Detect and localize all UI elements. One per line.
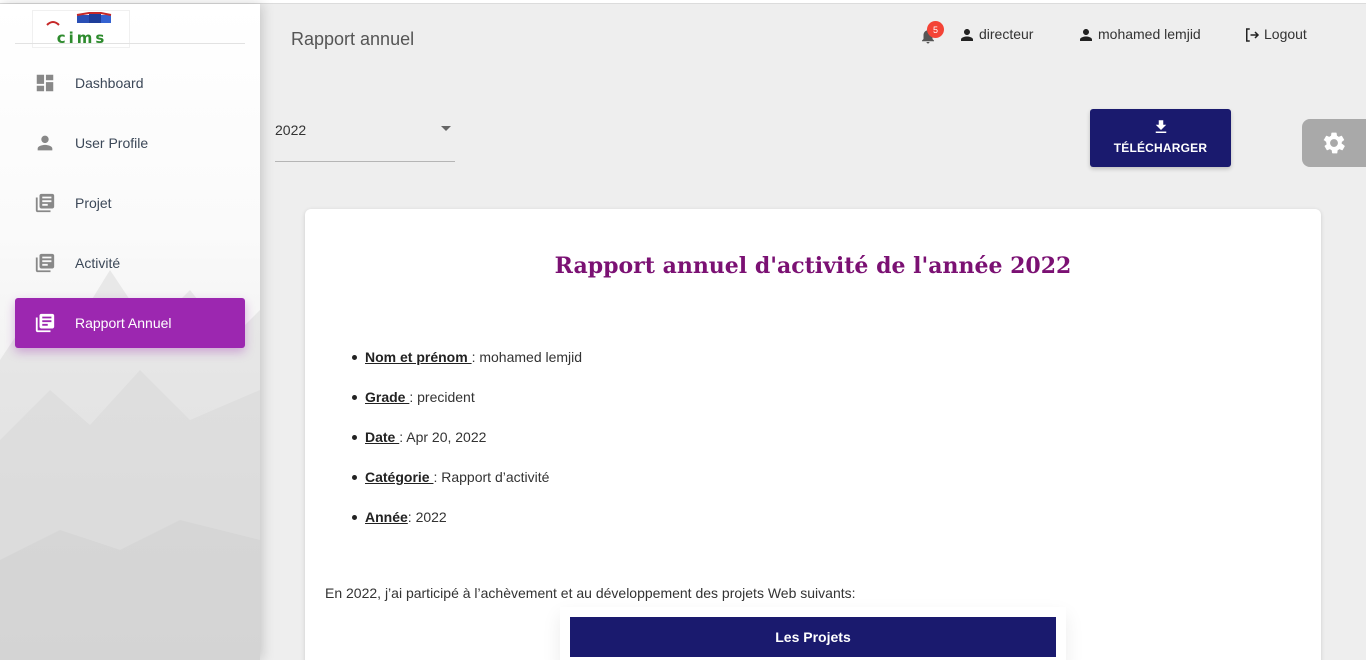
library-books-icon bbox=[15, 312, 75, 334]
download-button-label: TÉLÉCHARGER bbox=[1113, 141, 1208, 155]
logout-link[interactable]: Logout bbox=[1243, 24, 1307, 44]
field-value: : Rapport d’activité bbox=[433, 469, 550, 485]
sidebar-item-rapport-annuel[interactable]: Rapport Annuel bbox=[15, 298, 245, 348]
sidebar-item-label: Dashboard bbox=[75, 75, 144, 91]
notification-badge: 5 bbox=[927, 21, 944, 38]
settings-button[interactable] bbox=[1302, 119, 1366, 167]
sidebar-item-label: Activité bbox=[75, 255, 121, 271]
chevron-down-icon bbox=[441, 126, 451, 131]
gear-icon bbox=[1323, 132, 1345, 154]
page-title: Rapport annuel bbox=[291, 29, 415, 49]
field-value: : precident bbox=[409, 389, 475, 405]
sidebar-item-label: Rapport Annuel bbox=[75, 315, 172, 331]
logo-divider bbox=[15, 43, 245, 44]
list-item: Grade : precident bbox=[351, 389, 582, 429]
sidebar-nav: Dashboard User Profile Projet Activité R… bbox=[15, 58, 245, 358]
sidebar-item-user-profile[interactable]: User Profile bbox=[15, 118, 245, 168]
sidebar-item-label: User Profile bbox=[75, 135, 149, 151]
report-title: Rapport annuel d'activité de l'année 202… bbox=[554, 253, 1072, 279]
report-card: Rapport annuel d'activité de l'année 202… bbox=[305, 209, 1321, 660]
role-label: directeur bbox=[979, 26, 1034, 42]
library-books-icon bbox=[15, 192, 75, 214]
person-icon bbox=[1080, 29, 1092, 41]
field-key: Année bbox=[365, 509, 408, 525]
field-value: : Apr 20, 2022 bbox=[399, 429, 487, 445]
sidebar-item-projet[interactable]: Projet bbox=[15, 178, 245, 228]
field-value: : mohamed lemjid bbox=[471, 349, 583, 365]
sidebar-item-activite[interactable]: Activité bbox=[15, 238, 245, 288]
field-value: : 2022 bbox=[407, 509, 447, 525]
dashboard-icon bbox=[15, 72, 75, 94]
projects-table-header: Les Projets bbox=[570, 617, 1056, 657]
year-select[interactable]: 2022 bbox=[275, 112, 455, 162]
person-icon bbox=[961, 29, 973, 41]
list-item: Date : Apr 20, 2022 bbox=[351, 429, 582, 469]
user-name: mohamed lemjid bbox=[1098, 26, 1201, 42]
role-link[interactable]: directeur bbox=[958, 24, 1033, 44]
download-icon bbox=[1155, 120, 1166, 133]
year-select-value: 2022 bbox=[275, 122, 307, 138]
field-key: Catégorie bbox=[365, 469, 434, 485]
logout-icon bbox=[1246, 28, 1260, 42]
field-key: Nom et prénom bbox=[365, 349, 472, 365]
list-item: Nom et prénom : mohamed lemjid bbox=[351, 349, 583, 389]
sidebar-item-dashboard[interactable]: Dashboard bbox=[15, 58, 245, 108]
list-item: Catégorie : Rapport d’activité bbox=[351, 469, 582, 509]
field-key: Grade bbox=[365, 389, 410, 405]
library-books-icon bbox=[15, 252, 75, 274]
field-key: Date bbox=[365, 429, 400, 445]
logo-text: cims bbox=[57, 29, 108, 47]
sidebar-item-label: Projet bbox=[75, 195, 112, 211]
projects-intro: En 2022, j’ai participé à l’achèvement e… bbox=[325, 585, 856, 601]
sidebar: cims Dashboard User Profile Projet Activ… bbox=[0, 4, 260, 660]
download-button[interactable]: TÉLÉCHARGER bbox=[1090, 109, 1231, 167]
logout-label: Logout bbox=[1264, 26, 1307, 42]
person-icon bbox=[15, 132, 75, 154]
report-info-list: Nom et prénom : mohamed lemjid Grade : p… bbox=[351, 349, 583, 549]
user-link[interactable]: mohamed lemjid bbox=[1077, 24, 1201, 44]
list-item: Année: 2022 bbox=[351, 509, 582, 549]
